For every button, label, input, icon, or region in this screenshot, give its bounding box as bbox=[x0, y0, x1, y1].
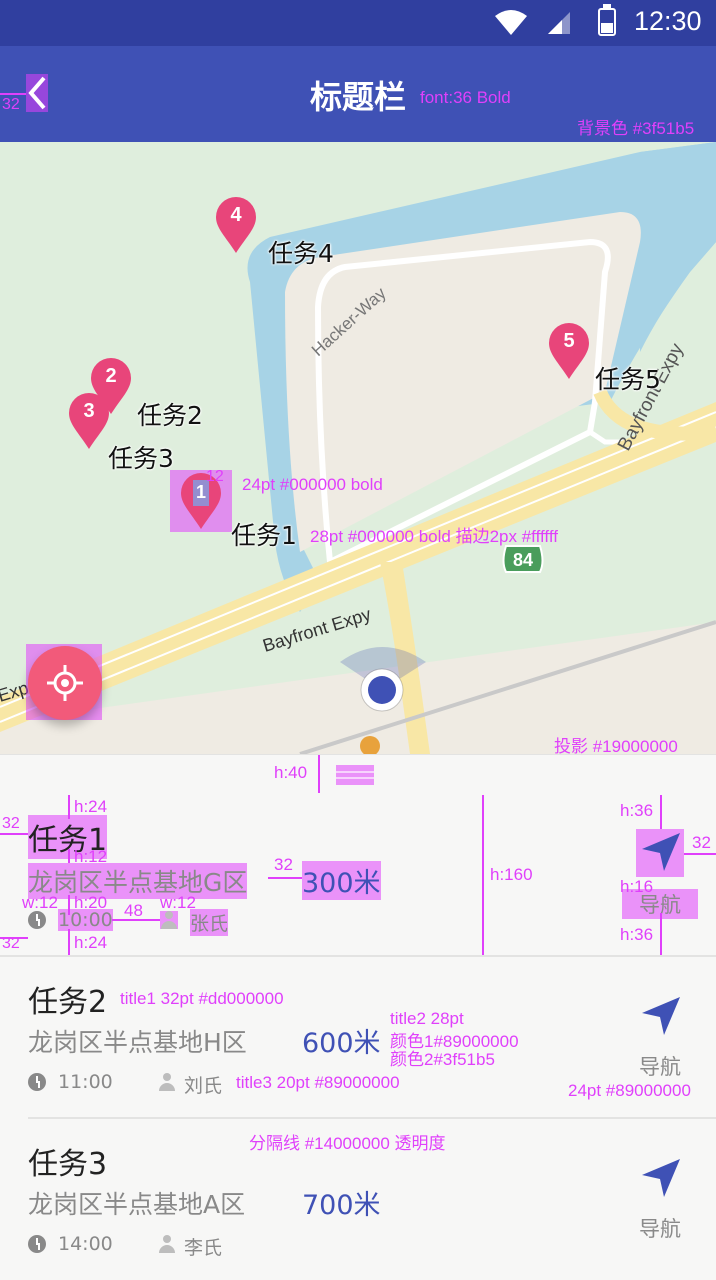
battery-icon bbox=[598, 4, 616, 36]
gap32-annotation: 32 bbox=[274, 855, 293, 874]
list-item-3[interactable]: 任务3 龙岗区半点基地A区 700米 14:00 李氏 导航 bbox=[0, 1119, 716, 1279]
status-time: 12:30 bbox=[634, 6, 702, 36]
page-title: 标题栏 bbox=[309, 78, 406, 116]
spacing-line bbox=[68, 929, 70, 955]
task-list-sheet[interactable]: h:40 h:24 32 任务1 h:12 龙岗区半点基地G区 32 300米 … bbox=[0, 754, 716, 1280]
marker-label: 任务4 bbox=[268, 239, 334, 268]
marker-number: 3 bbox=[83, 400, 95, 422]
task-distance: 700米 bbox=[302, 1190, 381, 1221]
crosshair-icon bbox=[47, 665, 83, 701]
task-address: 龙岗区半点基地H区 bbox=[28, 1028, 247, 1057]
navigate-button[interactable]: 导航 bbox=[622, 993, 698, 1093]
color2-annotation: 颜色2#3f51b5 bbox=[390, 1050, 495, 1069]
handle-height-annotation: h:40 bbox=[274, 763, 308, 782]
spacing-line bbox=[684, 853, 716, 855]
w12-annotation: w:12 bbox=[22, 893, 58, 912]
task-time: 14:00 bbox=[58, 1233, 113, 1255]
clock-icon bbox=[28, 911, 46, 929]
title-font-annotation: font:36 Bold bbox=[420, 88, 511, 107]
gap48-annotation: 48 bbox=[124, 901, 143, 920]
map-marker-4[interactable]: 4 bbox=[215, 196, 257, 254]
person-icon bbox=[160, 911, 178, 929]
task-title: 任务2 bbox=[28, 985, 108, 1020]
map-marker-3[interactable]: 3 bbox=[68, 392, 110, 450]
app-bar: 32 标题栏 font:36 Bold 背景色 #3f51b5 bbox=[0, 46, 716, 142]
clock-icon bbox=[28, 1073, 46, 1091]
wifi-icon bbox=[495, 10, 527, 35]
map-marker-5[interactable]: 5 bbox=[548, 322, 590, 380]
marker-label: 任务2 bbox=[137, 401, 203, 430]
task-person: 刘氏 bbox=[184, 1075, 223, 1097]
navigation-arrow-icon bbox=[642, 997, 680, 1035]
navigation-arrow-icon bbox=[642, 1159, 680, 1197]
spacing-line bbox=[482, 795, 484, 955]
clock-icon bbox=[28, 1235, 46, 1253]
list-item-2[interactable]: 任务2 title1 32pt #dd000000 龙岗区半点基地H区 600米… bbox=[0, 957, 716, 1117]
h36-annotation: h:36 bbox=[620, 801, 654, 820]
nav-spec-annotation: 24pt #89000000 bbox=[568, 1081, 691, 1100]
drag-handle[interactable] bbox=[336, 765, 374, 785]
person-icon bbox=[158, 1235, 176, 1253]
marker-number: 5 bbox=[563, 330, 575, 352]
pin-spec-annotation: 24pt #000000 bold bbox=[242, 475, 383, 494]
task-time: 11:00 bbox=[58, 1071, 113, 1093]
shadow-annotation: 投影 #19000000 bbox=[554, 737, 678, 754]
title1-annotation: title1 32pt #dd000000 bbox=[120, 989, 284, 1008]
marker-number: 4 bbox=[230, 204, 242, 226]
locate-button[interactable] bbox=[28, 646, 102, 720]
task-person: 李氏 bbox=[184, 1237, 223, 1259]
spacing-line bbox=[0, 833, 28, 835]
navigate-label: 导航 bbox=[639, 1217, 681, 1241]
left-margin-annotation: 32 bbox=[2, 935, 20, 952]
label-spec-annotation: 28pt #000000 bold 描边2px #ffffff bbox=[310, 527, 558, 546]
navigate-label: 导航 bbox=[639, 1055, 681, 1079]
navigation-arrow-icon bbox=[642, 833, 680, 871]
marker-label: 任务5 bbox=[595, 365, 661, 394]
spacing-line bbox=[68, 849, 70, 863]
marker-label: 任务1 bbox=[231, 521, 297, 550]
h16-annotation: h:16 bbox=[620, 877, 654, 896]
map-view[interactable]: 84 Hacker-Way Bayfront Expy Bayfront Exp… bbox=[0, 142, 716, 754]
spacing-line bbox=[318, 755, 320, 793]
task-distance: 300米 bbox=[302, 861, 381, 900]
marker-number: 2 bbox=[105, 365, 117, 387]
task-title: 任务3 bbox=[28, 1147, 108, 1182]
pin-size-annotation: 12 bbox=[206, 468, 224, 485]
title3-annotation: title3 20pt #89000000 bbox=[236, 1073, 400, 1092]
task-person: 张氏 bbox=[190, 909, 229, 936]
spacing-line bbox=[268, 877, 302, 879]
status-bar: 12:30 bbox=[0, 0, 716, 46]
spacing-line bbox=[660, 795, 662, 829]
task-distance: 600米 bbox=[302, 1028, 381, 1059]
h36-annotation: h:36 bbox=[620, 925, 654, 944]
navigate-button[interactable]: 导航 bbox=[622, 1155, 698, 1255]
task-address: 龙岗区半点基地A区 bbox=[28, 1190, 246, 1219]
highway-shield-label: 84 bbox=[513, 550, 533, 570]
marker-label: 任务3 bbox=[108, 444, 174, 473]
title2-annotation: title2 28pt bbox=[390, 1009, 464, 1028]
h24-annotation: h:24 bbox=[74, 933, 108, 952]
left-margin-annotation: 32 bbox=[2, 815, 20, 832]
task-time: 10:00 bbox=[58, 909, 113, 931]
item-height-annotation: h:160 bbox=[490, 865, 533, 884]
h24-annotation: h:24 bbox=[74, 797, 108, 816]
signal-icon bbox=[548, 12, 570, 34]
person-icon bbox=[158, 1073, 176, 1091]
list-item-1[interactable]: h:24 32 任务1 h:12 龙岗区半点基地G区 32 300米 h:20 … bbox=[0, 795, 716, 955]
bg-color-annotation: 背景色 #3f51b5 bbox=[577, 119, 695, 138]
gap32-annotation: 32 bbox=[692, 833, 711, 852]
spacing-line bbox=[660, 913, 662, 955]
task-address: 龙岗区半点基地G区 bbox=[28, 863, 248, 899]
